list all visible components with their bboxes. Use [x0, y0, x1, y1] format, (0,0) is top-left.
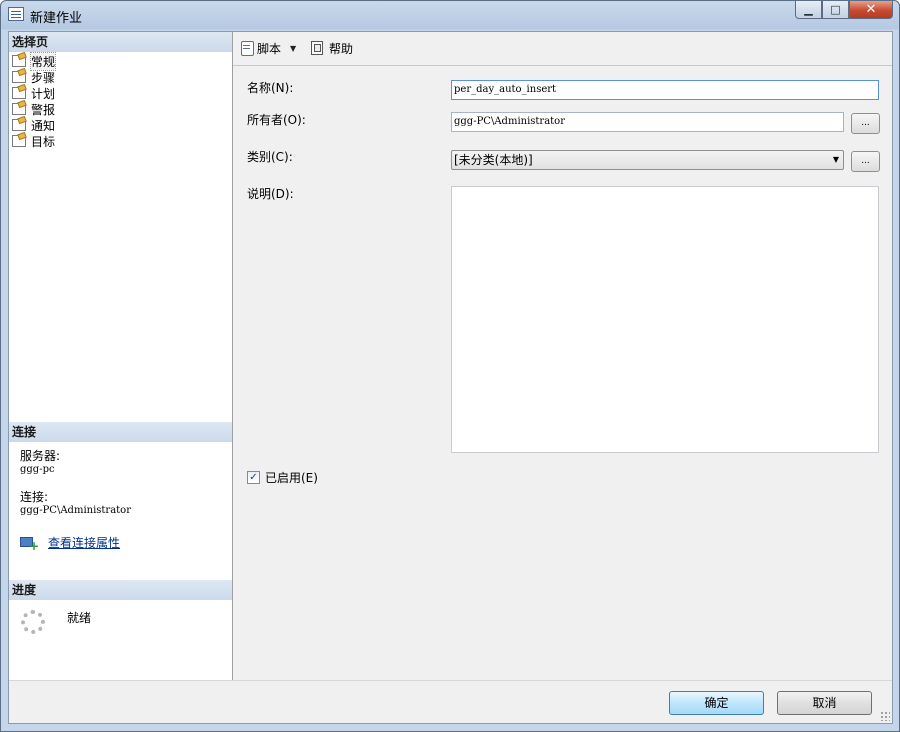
script-button[interactable]: 脚本 ▼	[240, 40, 296, 57]
owner-browse-button[interactable]: ...	[851, 113, 880, 134]
category-label: 类别(C):	[247, 150, 293, 164]
page-label: 通知	[31, 118, 56, 133]
name-field[interactable]: per_day_auto_insert	[451, 80, 879, 100]
page-label: 步骤	[31, 70, 56, 85]
page-label: 常规	[29, 51, 57, 71]
dialog-footer: 确定 取消	[9, 680, 892, 723]
page-label: 警报	[31, 102, 56, 117]
page-icon	[12, 119, 26, 131]
maximize-button[interactable]: □	[822, 1, 849, 19]
dialog-window: 新建作业 ▁ □ ✕ 选择页 常规 步骤 计划 警报 通知 目标 连接 服务器:…	[0, 0, 900, 732]
page-icon	[12, 87, 26, 99]
help-icon	[311, 41, 325, 56]
view-connection-properties[interactable]: 查看连接属性	[20, 534, 120, 553]
page-item-general[interactable]: 常规	[12, 51, 57, 71]
select-page-header: 选择页	[9, 32, 232, 52]
category-browse-button[interactable]: ...	[851, 151, 880, 172]
app-icon	[8, 7, 24, 21]
resize-grip[interactable]	[880, 711, 890, 721]
script-icon	[240, 41, 254, 56]
chevron-down-icon[interactable]: ▼	[290, 44, 296, 53]
page-list: 常规 步骤 计划 警报 通知 目标	[12, 51, 57, 149]
enabled-checkbox-row[interactable]: ✓ 已启用(E)	[247, 469, 318, 486]
left-panel: 选择页 常规 步骤 计划 警报 通知 目标 连接 服务器: ggg-pc 连接:…	[9, 32, 233, 680]
minimize-button[interactable]: ▁	[795, 1, 822, 19]
title-bar[interactable]: 新建作业 ▁ □ ✕	[1, 1, 899, 29]
connection-header: 连接	[9, 422, 232, 442]
server-label: 服务器:	[20, 449, 61, 463]
connection-value: ggg-PC\Administrator	[20, 505, 131, 516]
name-label: 名称(N):	[247, 81, 294, 95]
connection-label: 连接:	[20, 490, 49, 504]
page-icon	[12, 135, 26, 147]
page-icon	[12, 55, 26, 67]
page-item-alerts[interactable]: 警报	[12, 101, 55, 117]
help-label: 帮助	[329, 42, 354, 56]
dialog-client: 选择页 常规 步骤 计划 警报 通知 目标 连接 服务器: ggg-pc 连接:…	[8, 31, 893, 724]
close-button[interactable]: ✕	[849, 1, 893, 19]
dropdown-arrow-icon[interactable]: ▼	[833, 151, 839, 169]
help-button[interactable]: 帮助	[311, 40, 353, 57]
page-icon	[12, 71, 26, 83]
page-icon	[12, 103, 26, 115]
progress-spinner-icon	[21, 610, 45, 634]
progress-status: 就绪	[67, 611, 92, 625]
page-item-steps[interactable]: 步骤	[12, 69, 55, 85]
script-label: 脚本	[257, 42, 282, 56]
page-label: 计划	[31, 86, 56, 101]
server-value: ggg-pc	[20, 464, 55, 475]
category-value: [未分类(本地)]	[454, 153, 533, 167]
window-title: 新建作业	[30, 11, 83, 26]
window-controls: ▁ □ ✕	[795, 1, 893, 20]
connection-properties-icon	[20, 536, 39, 553]
view-connection-properties-link[interactable]: 查看连接属性	[48, 534, 120, 551]
connection-info: 服务器: ggg-pc 连接: ggg-PC\Administrator	[20, 450, 131, 517]
category-select[interactable]: [未分类(本地)] ▼	[451, 150, 844, 170]
enabled-label: 已启用(E)	[265, 471, 318, 485]
description-textarea[interactable]	[451, 186, 879, 453]
toolbar: 脚本 ▼ 帮助	[233, 32, 892, 66]
page-label: 目标	[31, 134, 56, 149]
page-item-targets[interactable]: 目标	[12, 133, 55, 149]
progress-header: 进度	[9, 580, 232, 600]
page-item-schedules[interactable]: 计划	[12, 85, 55, 101]
owner-field[interactable]: ggg-PC\Administrator	[451, 112, 844, 132]
owner-label: 所有者(O):	[247, 113, 306, 127]
page-item-notifications[interactable]: 通知	[12, 117, 55, 133]
description-label: 说明(D):	[247, 187, 294, 201]
enabled-checkbox[interactable]: ✓	[247, 471, 260, 484]
general-form: 名称(N): per_day_auto_insert 所有者(O): ggg-P…	[233, 66, 892, 680]
cancel-button[interactable]: 取消	[777, 691, 872, 715]
ok-button[interactable]: 确定	[669, 691, 764, 715]
